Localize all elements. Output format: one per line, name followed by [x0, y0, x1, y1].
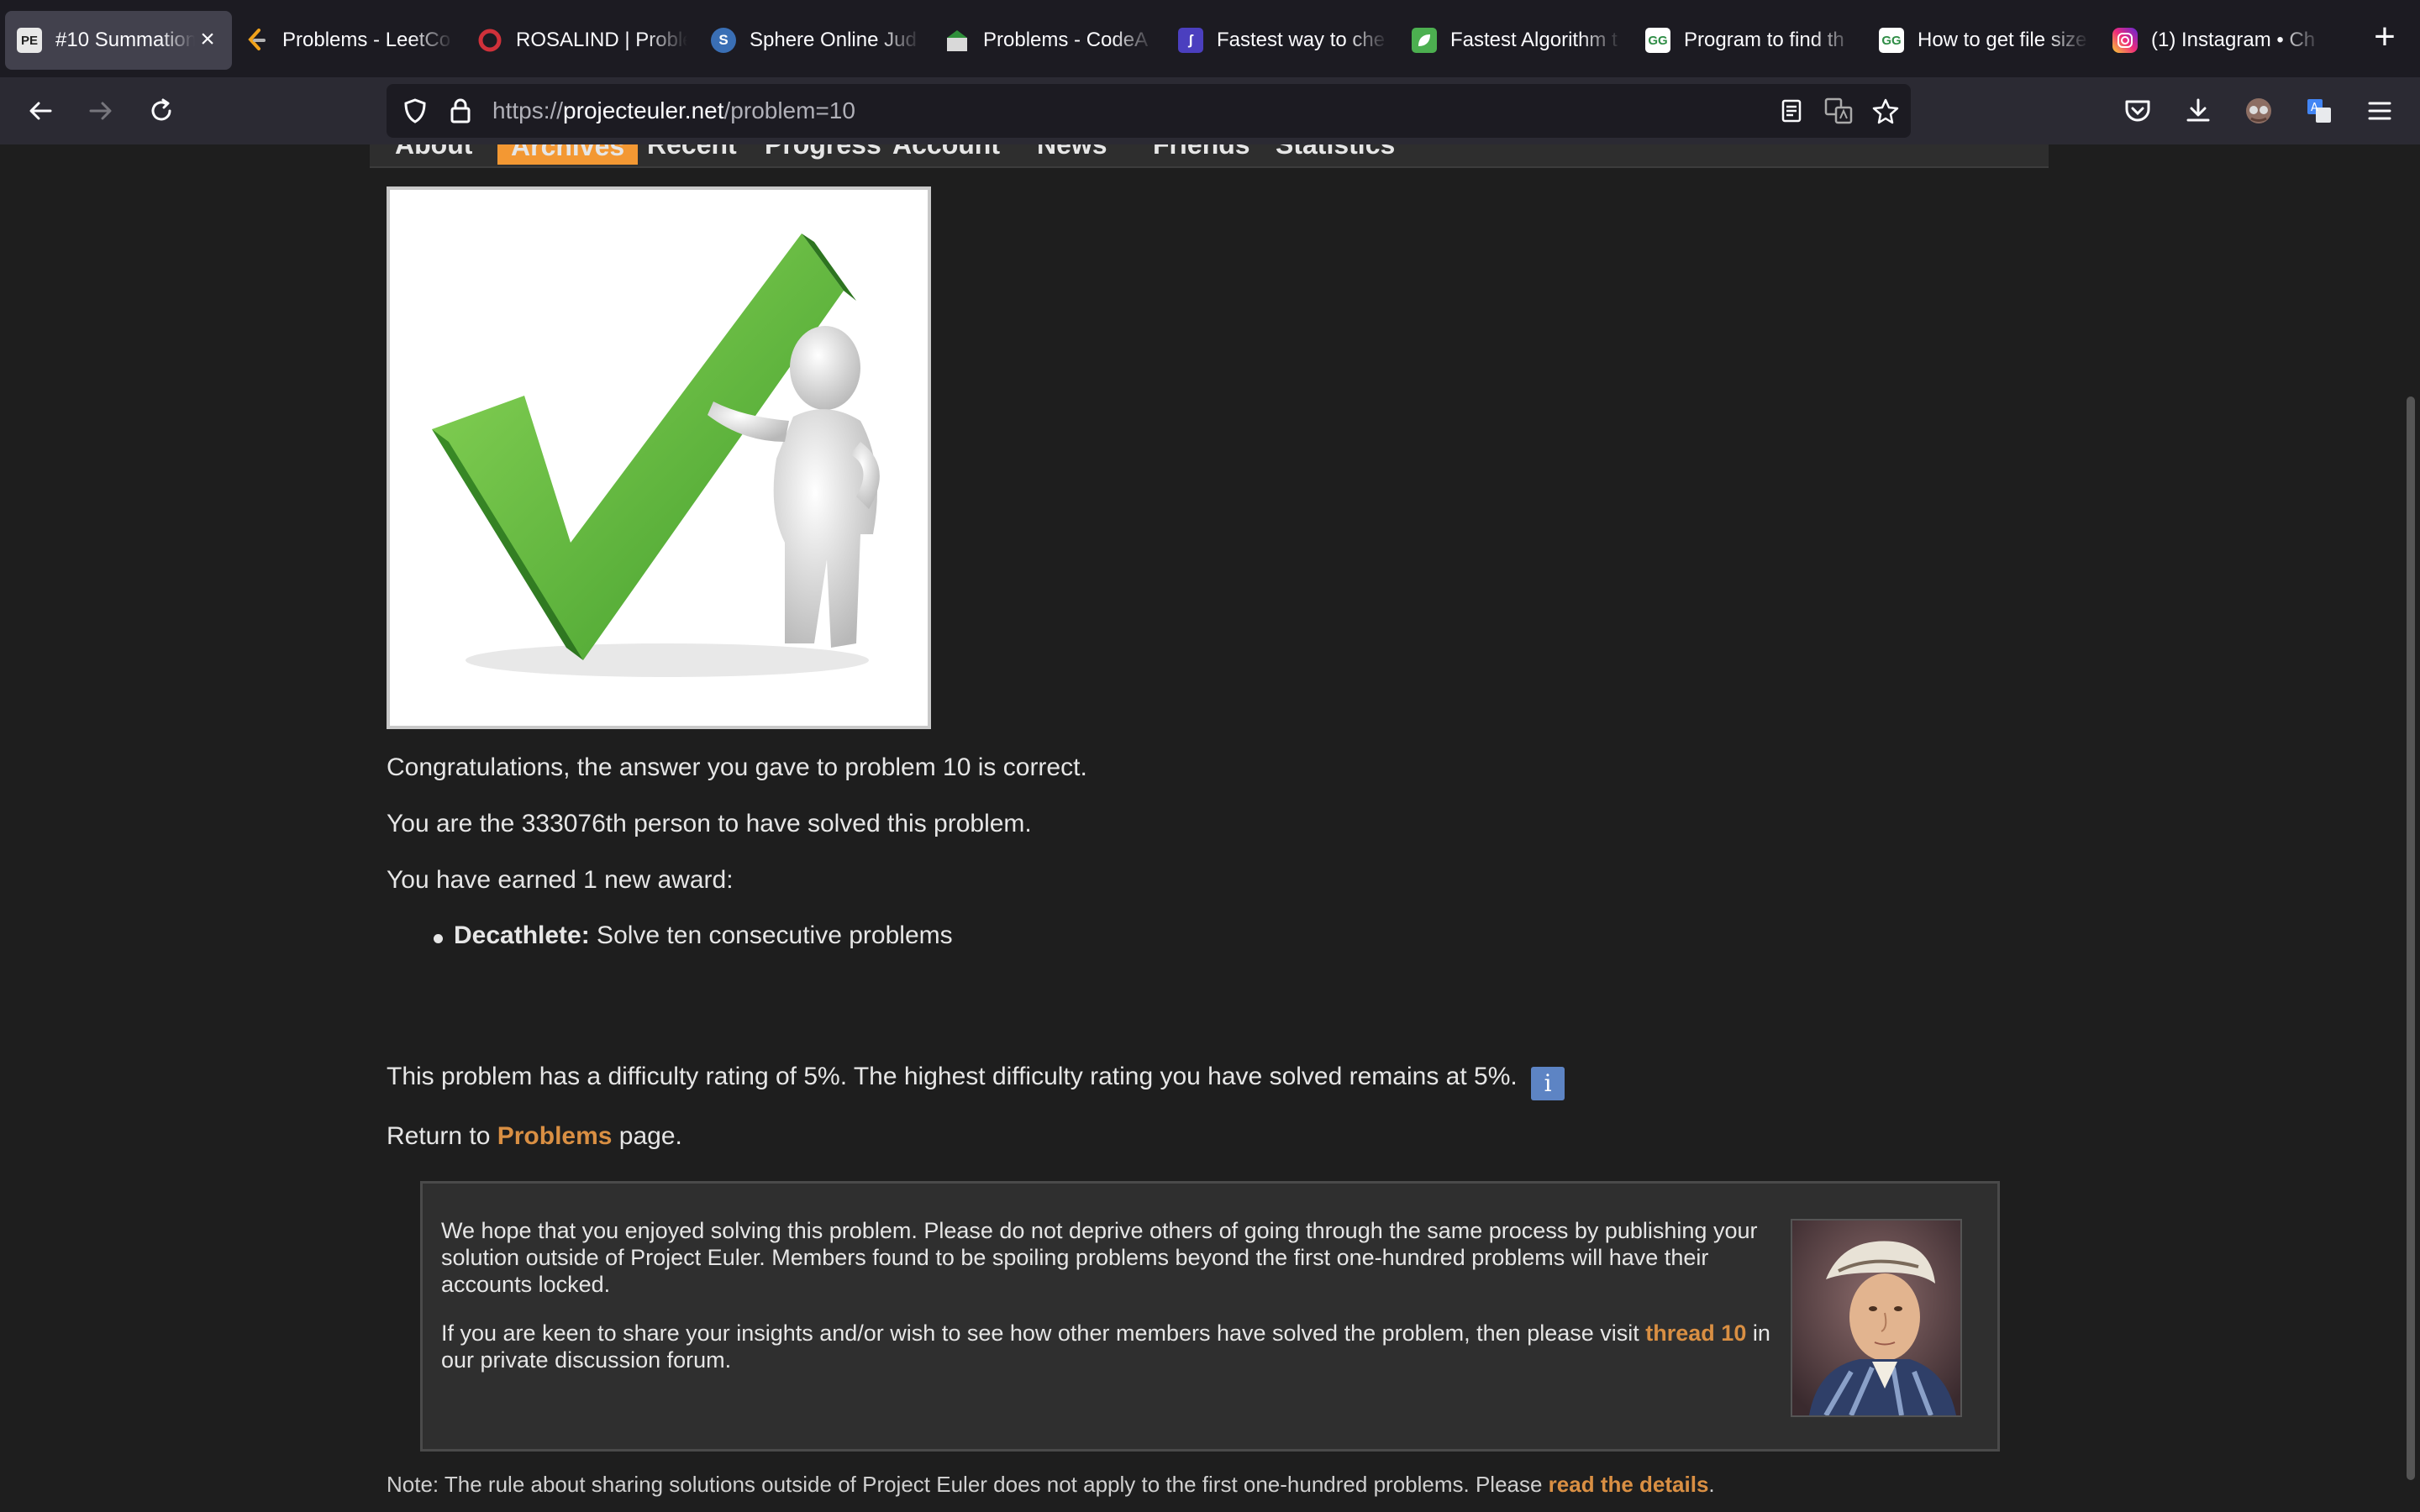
nav-friends[interactable]: Friends	[1153, 144, 1250, 160]
tab-spoj[interactable]: S Sphere Online Jud	[699, 11, 933, 70]
difficulty-text: This problem has a difficulty rating of …	[387, 1063, 1518, 1090]
translate-extension-icon: A	[2307, 99, 2331, 123]
geeksforgeeks-icon: GG	[1645, 28, 1670, 53]
back-button[interactable]	[20, 91, 60, 131]
tab-label: Sphere Online Jud	[750, 29, 917, 51]
tab-leetcode[interactable]: Problems - LeetCo	[232, 11, 466, 70]
close-tab-icon[interactable]: ×	[195, 27, 220, 53]
info-icon[interactable]: i	[1531, 1067, 1565, 1100]
tab-label: Problems - CodeA	[983, 29, 1149, 51]
new-tab-button[interactable]: +	[2365, 18, 2405, 59]
hamburger-menu-icon	[2368, 102, 2391, 120]
download-icon	[2186, 98, 2210, 122]
footnote-end: .	[1708, 1472, 1715, 1497]
tab-program-to-find[interactable]: GG Program to find th	[1634, 11, 1867, 70]
downloads-button[interactable]	[2178, 91, 2218, 131]
reload-button[interactable]	[141, 91, 182, 131]
svg-text:A: A	[2311, 102, 2318, 114]
codeabbey-icon	[944, 28, 970, 53]
notice-paragraph-2: If you are keen to share your insights a…	[441, 1320, 1786, 1373]
url-text: https://projecteuler.net/problem=10	[492, 97, 855, 124]
bookmark-star-icon[interactable]	[1869, 94, 1902, 128]
geeksforgeeks-icon: GG	[1879, 28, 1904, 53]
page-scrollbar[interactable]	[2407, 396, 2415, 1480]
tab-codeabbey[interactable]: Problems - CodeA	[933, 11, 1166, 70]
notice-paragraph-1: We hope that you enjoyed solving this pr…	[441, 1218, 1758, 1297]
nav-news[interactable]: News	[1037, 144, 1107, 160]
tab-label: #10 Summation	[55, 29, 195, 51]
reload-icon	[151, 98, 171, 121]
footnote: Note: The rule about sharing solutions o…	[387, 1472, 1715, 1498]
page-content: About Archives Recent Progress Account N…	[0, 144, 2420, 1512]
return-line: Return to Problems page.	[387, 1122, 682, 1151]
nav-recent[interactable]: Recent	[647, 144, 737, 160]
notice-text: If you are keen to share your insights a…	[441, 1320, 1646, 1346]
avatar-icon	[2246, 98, 2271, 123]
rosalind-icon	[477, 28, 502, 53]
pocket-icon	[2125, 100, 2150, 122]
list-bullet	[434, 934, 443, 943]
leetcode-icon	[244, 28, 269, 53]
award-earned-text: You have earned 1 new award:	[387, 866, 734, 894]
lock-icon[interactable]	[444, 94, 477, 128]
tab-label: ROSALIND | Proble	[516, 29, 687, 51]
forum-thread-link[interactable]: thread 10	[1645, 1320, 1746, 1346]
award-description: Solve ten consecutive problems	[589, 921, 953, 949]
award-checkmark-image	[387, 186, 931, 729]
url-path: /problem=10	[723, 97, 855, 123]
solver-count-text: You are the 333076th person to have solv…	[387, 810, 1032, 837]
spoiler-notice-box: We hope that you enjoyed solving this pr…	[420, 1181, 2000, 1452]
congratulations-text: Congratulations, the answer you gave to …	[387, 753, 1087, 781]
spoj-icon: S	[711, 28, 736, 53]
euler-portrait-image	[1791, 1219, 1962, 1417]
instagram-icon	[2112, 28, 2138, 53]
footnote-text: Note: The rule about sharing solutions o…	[387, 1472, 1549, 1497]
award-list-item: Decathlete: Solve ten consecutive proble…	[454, 921, 953, 950]
project-euler-icon: PE	[17, 28, 42, 53]
leaf-icon	[1412, 28, 1437, 53]
navigation-toolbar: https://projecteuler.net/problem=10 A	[0, 77, 2420, 144]
tab-label: (1) Instagram • Ch	[2151, 29, 2316, 51]
translate-icon[interactable]	[1822, 94, 1855, 128]
difficulty-line: This problem has a difficulty rating of …	[387, 1063, 1565, 1100]
nav-progress[interactable]: Progress	[765, 144, 881, 160]
forward-button[interactable]	[81, 91, 121, 131]
url-domain: projecteuler.net	[563, 97, 724, 123]
reader-view-icon[interactable]	[1775, 94, 1808, 128]
tab-rosalind[interactable]: ROSALIND | Proble	[466, 11, 699, 70]
tab-file-size[interactable]: GG How to get file size	[1867, 11, 2101, 70]
award-name: Decathlete:	[454, 921, 590, 949]
tab-project-euler[interactable]: PE #10 Summation ×	[5, 11, 232, 70]
forward-arrow-icon	[89, 102, 112, 120]
problems-link[interactable]: Problems	[497, 1122, 613, 1150]
tab-label: Fastest Algorithm t	[1450, 29, 1618, 51]
pocket-button[interactable]	[2118, 91, 2158, 131]
tab-fastest-algorithm[interactable]: Fastest Algorithm t	[1400, 11, 1634, 70]
url-scheme: https://	[492, 97, 564, 123]
tracking-protection-shield-icon[interactable]	[398, 94, 432, 128]
nav-about[interactable]: About	[395, 144, 472, 160]
tab-instagram[interactable]: (1) Instagram • Ch	[2101, 11, 2334, 70]
tab-label: Problems - LeetCo	[282, 29, 451, 51]
back-arrow-icon	[29, 102, 52, 120]
translate-extension-button[interactable]: A	[2299, 91, 2339, 131]
address-bar[interactable]: https://projecteuler.net/problem=10	[387, 84, 1911, 138]
nav-statistics[interactable]: Statistics	[1276, 144, 1395, 160]
tab-label: Fastest way to che	[1217, 29, 1386, 51]
tab-label: Program to find th	[1684, 29, 1844, 51]
return-suffix: page.	[612, 1122, 682, 1150]
read-details-link[interactable]: read the details	[1549, 1472, 1709, 1497]
tab-strip: PE #10 Summation × Problems - LeetCo ROS…	[0, 0, 2420, 77]
nav-account[interactable]: Account	[892, 144, 1000, 160]
menu-button[interactable]	[2360, 91, 2400, 131]
site-navigation: About Archives Recent Progress Account N…	[370, 144, 2049, 168]
nav-archives[interactable]: Archives	[497, 144, 639, 165]
tab-label: How to get file size	[1918, 29, 2087, 51]
tab-fastest-way[interactable]: ʃ Fastest way to che	[1166, 11, 1400, 70]
account-button[interactable]	[2238, 91, 2279, 131]
tab-icon: ʃ	[1178, 28, 1203, 53]
return-prefix: Return to	[387, 1122, 497, 1150]
